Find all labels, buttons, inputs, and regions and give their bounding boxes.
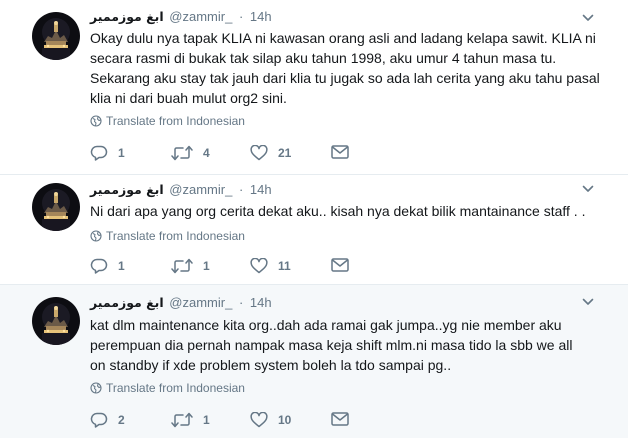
like-button[interactable]: 10 <box>250 412 291 428</box>
globe-icon <box>90 382 102 394</box>
retweet-icon <box>171 258 193 274</box>
reply-icon <box>90 258 108 274</box>
globe-icon <box>90 115 102 127</box>
retweet-count: 1 <box>203 413 210 427</box>
tweet-text: Ni dari apa yang org cerita dekat aku.. … <box>90 203 586 219</box>
chevron-down-icon[interactable] <box>582 182 594 194</box>
translate-link[interactable]: Translate from Indonesian <box>90 114 245 128</box>
reply-count: 1 <box>118 259 125 273</box>
timestamp[interactable]: 14h <box>250 182 272 197</box>
translate-label: Translate from Indonesian <box>106 229 245 243</box>
separator-dot: · <box>238 295 244 310</box>
avatar[interactable] <box>32 183 80 231</box>
tweet-actions: 1 4 21 <box>90 145 390 163</box>
display-name[interactable]: ابغ موزممير <box>90 182 164 197</box>
tweet[interactable]: ابغ موزممير @zammir_ · 14h Okay dulu nya… <box>0 0 628 175</box>
translate-label: Translate from Indonesian <box>106 114 245 128</box>
direct-message-button[interactable] <box>331 412 349 426</box>
tweet-text: Okay dulu nya tapak KLIA ni kawasan oran… <box>90 30 600 106</box>
user-handle[interactable]: @zammir_ <box>169 295 232 310</box>
reply-count: 2 <box>118 413 125 427</box>
direct-message-button[interactable] <box>331 258 349 272</box>
heart-icon <box>250 412 268 428</box>
like-count: 10 <box>278 413 292 427</box>
tweet-text: kat dlm maintenance kita org..dah ada ra… <box>90 317 573 373</box>
like-button[interactable]: 11 <box>250 258 291 274</box>
translate-link[interactable]: Translate from Indonesian <box>90 229 245 243</box>
like-count: 21 <box>278 146 292 160</box>
retweet-icon <box>171 145 193 161</box>
globe-icon <box>90 230 102 242</box>
reply-icon <box>90 412 108 428</box>
retweet-button[interactable]: 1 <box>171 258 210 274</box>
retweet-count: 1 <box>203 259 210 273</box>
reply-count: 1 <box>118 146 125 160</box>
reply-button[interactable]: 1 <box>90 258 125 274</box>
like-button[interactable]: 21 <box>250 145 291 161</box>
chevron-down-icon[interactable] <box>582 11 594 23</box>
tweet[interactable]: ابغ موزممير @zammir_ · 14h Ni dari apa y… <box>0 175 628 285</box>
tweet-header: ابغ موزممير @zammir_ · 14h <box>90 295 272 310</box>
tweet-actions: 2 1 10 <box>90 412 390 430</box>
reply-button[interactable]: 1 <box>90 145 125 161</box>
heart-icon <box>250 258 268 274</box>
separator-dot: · <box>238 9 244 24</box>
separator-dot: · <box>238 182 244 197</box>
tweet-highlighted[interactable]: ابغ موزممير @zammir_ · 14h kat dlm maint… <box>0 285 628 438</box>
avatar[interactable] <box>32 12 80 60</box>
envelope-icon <box>331 145 349 159</box>
translate-link[interactable]: Translate from Indonesian <box>90 381 245 395</box>
user-handle[interactable]: @zammir_ <box>169 182 232 197</box>
envelope-icon <box>331 412 349 426</box>
envelope-icon <box>331 258 349 272</box>
user-handle[interactable]: @zammir_ <box>169 9 232 24</box>
timestamp[interactable]: 14h <box>250 9 272 24</box>
chevron-down-icon[interactable] <box>582 295 594 307</box>
retweet-button[interactable]: 1 <box>171 412 210 428</box>
avatar[interactable] <box>32 297 80 345</box>
tweet-actions: 1 1 11 <box>90 258 390 276</box>
translate-label: Translate from Indonesian <box>106 381 245 395</box>
tweet-header: ابغ موزممير @zammir_ · 14h <box>90 9 272 24</box>
retweet-button[interactable]: 4 <box>171 145 210 161</box>
display-name[interactable]: ابغ موزممير <box>90 9 164 24</box>
display-name[interactable]: ابغ موزممير <box>90 295 164 310</box>
heart-icon <box>250 145 268 161</box>
retweet-count: 4 <box>203 146 210 160</box>
reply-icon <box>90 145 108 161</box>
timestamp[interactable]: 14h <box>250 295 272 310</box>
retweet-icon <box>171 412 193 428</box>
direct-message-button[interactable] <box>331 145 349 159</box>
reply-button[interactable]: 2 <box>90 412 125 428</box>
like-count: 11 <box>278 259 291 273</box>
tweet-header: ابغ موزممير @zammir_ · 14h <box>90 182 272 197</box>
